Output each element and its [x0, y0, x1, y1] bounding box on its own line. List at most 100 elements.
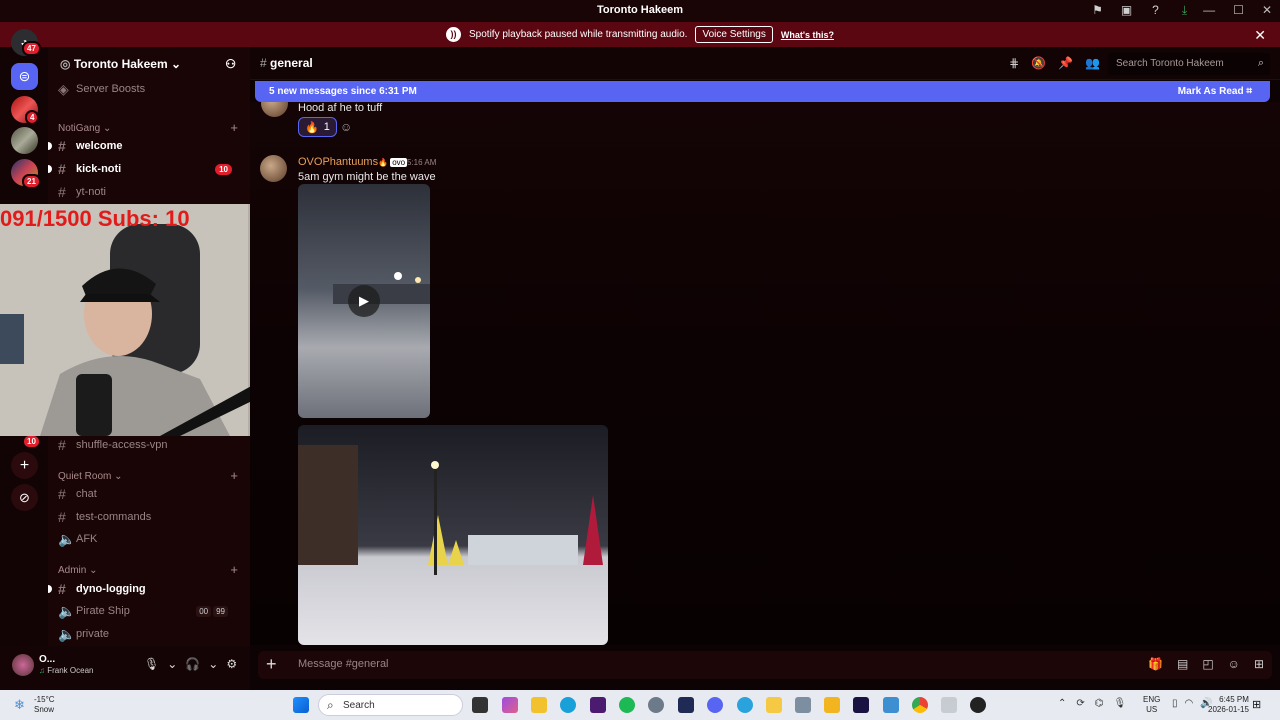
reaction-fire[interactable]: 🔥 1 — [298, 117, 337, 137]
message-input[interactable]: Message #general — [298, 658, 389, 670]
close-window-icon[interactable]: ✕ — [1262, 3, 1272, 17]
avatar[interactable] — [260, 155, 287, 182]
add-channel-icon[interactable]: + — [230, 120, 238, 135]
premiere-icon[interactable] — [853, 697, 869, 713]
add-reaction-icon[interactable]: ☺ — [340, 120, 352, 134]
server-boosts-label: Server Boosts — [76, 83, 146, 95]
copilot-icon[interactable] — [502, 697, 518, 713]
app-icon[interactable] — [678, 697, 694, 713]
calculator-icon[interactable] — [795, 697, 811, 713]
inbox-icon[interactable]: ▣ — [1119, 3, 1134, 18]
clock[interactable]: 6:45 PM 2026-01-15 — [1208, 695, 1249, 715]
add-channel-icon[interactable]: + — [230, 562, 238, 577]
add-member-icon[interactable]: ⚇ — [225, 57, 236, 71]
windows-start-icon[interactable] — [293, 697, 309, 713]
channel-test-commands[interactable]: # test-commands — [58, 507, 240, 527]
chevron-up-icon[interactable]: ⌃ — [1058, 698, 1066, 709]
chrome-icon[interactable] — [912, 697, 928, 713]
headphones-icon[interactable]: 🎧 — [185, 657, 200, 671]
channel-afk[interactable]: 🔈 AFK — [58, 529, 240, 549]
flag-icon[interactable]: ⚑ — [1090, 3, 1105, 18]
taskbar-search-label: Search — [343, 700, 375, 711]
chevron-down-icon[interactable]: ⌄ — [167, 657, 177, 671]
download-icon[interactable]: ⤓ — [1177, 3, 1192, 18]
spotify-taskbar-icon[interactable] — [619, 697, 635, 713]
whats-this-link[interactable]: What's this? — [781, 30, 834, 40]
server-badge-1: 4 — [25, 110, 40, 125]
category-admin[interactable]: Admin ⌄ — [58, 565, 98, 576]
help-icon[interactable]: ? — [1148, 3, 1163, 18]
server-icon-3[interactable] — [11, 127, 38, 154]
mic-tray-icon[interactable]: 🎙 — [1114, 698, 1127, 709]
chevron-down-icon[interactable]: ⌄ — [208, 657, 218, 671]
channel-yt-noti[interactable]: # yt-noti — [58, 182, 240, 202]
apps-icon[interactable]: ⊞ — [1254, 657, 1264, 671]
app-icon[interactable] — [766, 697, 782, 713]
edge-icon[interactable] — [560, 697, 576, 713]
threads-icon[interactable]: ⋕ — [1009, 56, 1019, 70]
new-messages-bar[interactable]: 5 new messages since 6:31 PM Mark As Rea… — [255, 81, 1270, 102]
message-text: 5am gym might be the wave — [298, 171, 436, 183]
task-view-icon[interactable] — [472, 697, 488, 713]
channel-pirate-ship[interactable]: 🔈 Pirate Ship 00 99 — [58, 601, 240, 621]
server-header[interactable]: ◎ Toronto Hakeem ⌄ ⚇ — [48, 47, 250, 80]
sticker-icon[interactable]: ◰ — [1202, 657, 1213, 671]
channel-welcome[interactable]: # welcome — [48, 136, 240, 156]
phone-link-icon[interactable]: ▯ — [1172, 698, 1178, 709]
taskbar-search[interactable]: ⌕ Search — [318, 694, 463, 716]
maximize-icon[interactable]: ☐ — [1233, 3, 1244, 17]
server-toronto-hakeem[interactable]: ⊜ — [11, 63, 38, 90]
language-indicator[interactable]: ENG US — [1143, 695, 1160, 715]
server-icon: ⊜ — [18, 68, 31, 84]
channel-dyno-logging[interactable]: # dyno-logging — [48, 579, 240, 599]
sync-icon[interactable]: ⟳ — [1076, 698, 1084, 709]
image-attachment[interactable] — [298, 425, 608, 645]
attach-plus-icon[interactable]: + — [266, 654, 277, 675]
discord-taskbar-icon[interactable] — [707, 697, 723, 713]
snipping-icon[interactable] — [941, 697, 957, 713]
mark-as-read-label: Mark As Read — [1177, 86, 1244, 97]
emoji-icon[interactable]: ☺ — [1228, 657, 1240, 671]
obs-icon[interactable] — [970, 697, 986, 713]
category-notigang[interactable]: NotiGang ⌄ — [58, 123, 111, 134]
category-quiet-room[interactable]: Quiet Room ⌄ — [58, 471, 123, 482]
close-notice-icon[interactable]: ✕ — [1254, 27, 1266, 44]
message-author[interactable]: OVOPhantuums — [298, 156, 378, 168]
voice-settings-button[interactable]: Voice Settings — [695, 26, 773, 43]
minimize-icon[interactable]: — — [1203, 3, 1215, 17]
network-icon[interactable]: ⌬ — [1095, 698, 1104, 709]
weather-widget[interactable]: -15°C Snow — [34, 695, 55, 715]
notepad-icon[interactable] — [883, 697, 899, 713]
add-server-button[interactable]: + — [11, 452, 38, 479]
gif-icon[interactable]: ▤ — [1177, 657, 1188, 671]
search-icon: ⌕ — [327, 698, 334, 712]
member-list-icon[interactable]: 👥 — [1085, 56, 1100, 70]
discover-button[interactable]: ⊘ — [11, 484, 38, 511]
search-input[interactable]: Search Toronto Hakeem ⌕ — [1108, 53, 1270, 75]
message-timestamp: 5:16 AM — [407, 158, 437, 167]
warning-app-icon[interactable] — [824, 697, 840, 713]
hash-icon: # — [58, 486, 66, 502]
app-icon[interactable] — [590, 697, 606, 713]
server-boosts[interactable]: ◈ Server Boosts — [58, 79, 240, 99]
gear-icon[interactable]: ⚙ — [226, 657, 237, 671]
mark-as-read-button[interactable]: Mark As Read ⌗ — [1178, 86, 1252, 97]
play-icon[interactable]: ▶ — [348, 285, 380, 317]
pin-icon[interactable]: 📌 — [1058, 56, 1073, 70]
file-explorer-icon[interactable] — [531, 697, 547, 713]
microphone-icon[interactable]: 🎙 — [144, 657, 159, 671]
add-channel-icon[interactable]: + — [230, 468, 238, 483]
notifications-icon[interactable]: ⊞ — [1252, 698, 1261, 711]
avatar[interactable] — [12, 654, 34, 676]
telegram-icon[interactable] — [737, 697, 753, 713]
weather-icon[interactable]: ❄ — [14, 697, 25, 713]
channel-shuffle-access-vpn[interactable]: # shuffle-access-vpn — [58, 435, 240, 455]
gift-icon[interactable]: 🎁 — [1148, 657, 1163, 671]
mute-bell-icon[interactable]: 🔕 — [1031, 56, 1046, 70]
category-label: Admin — [58, 565, 87, 576]
wifi-icon[interactable]: ◠ — [1185, 698, 1194, 709]
settings-icon[interactable] — [648, 697, 664, 713]
channel-private[interactable]: 🔈 private — [58, 624, 240, 644]
channel-chat[interactable]: # chat — [58, 484, 240, 504]
channel-kick-noti[interactable]: # kick-noti 10 — [48, 159, 240, 179]
